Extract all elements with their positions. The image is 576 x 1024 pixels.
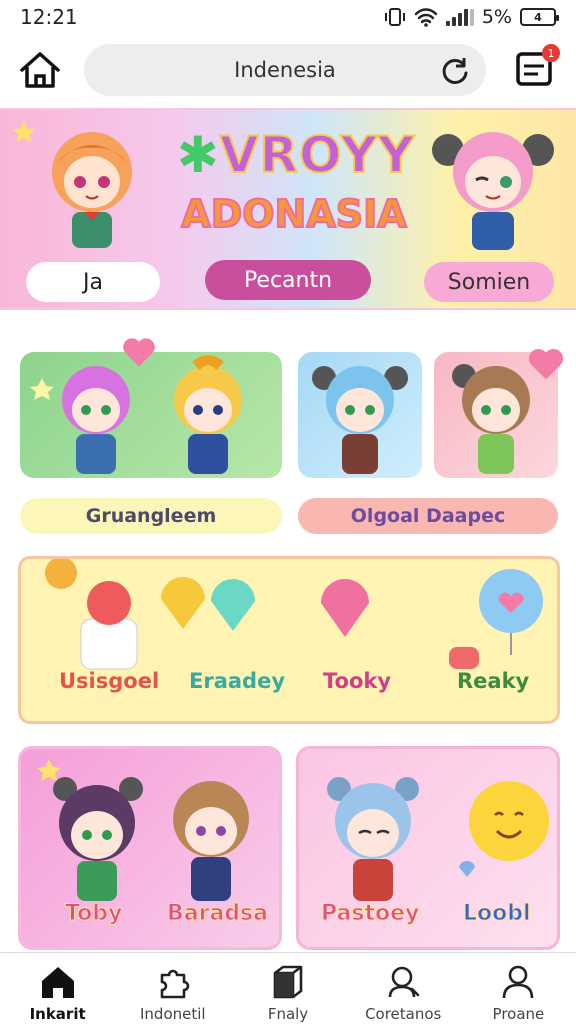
address-bar[interactable]: Indenesia bbox=[84, 44, 486, 96]
address-text: Indenesia bbox=[234, 58, 336, 82]
battery-percent: 5% bbox=[481, 6, 512, 28]
tab-count-badge: 1 bbox=[542, 44, 560, 62]
character-illustration-left bbox=[52, 132, 132, 248]
nav-label: Inkarit bbox=[29, 1005, 86, 1023]
nav-label: Coretanos bbox=[365, 1005, 442, 1023]
sticker-tag-4[interactable]: Reaky bbox=[457, 669, 529, 693]
vibrate-icon bbox=[384, 8, 405, 26]
nav-item-fnaly[interactable]: Fnaly bbox=[230, 953, 345, 1024]
banner-title: ✱VROYY bbox=[176, 125, 416, 185]
character-illustration-right bbox=[432, 132, 554, 250]
character-name-toby: Toby bbox=[64, 901, 123, 927]
character-illustration bbox=[30, 355, 242, 474]
reload-button[interactable] bbox=[440, 56, 470, 86]
heart-balloon-icon bbox=[529, 349, 563, 380]
wifi-icon bbox=[414, 8, 438, 27]
box-icon bbox=[273, 965, 303, 999]
section-label-olgoal-daapec[interactable]: Olgoal Daapec bbox=[298, 498, 558, 534]
character-name-baradsa: Baradsa bbox=[167, 901, 269, 927]
signal-icon bbox=[445, 8, 474, 26]
sticker-illustrations bbox=[45, 559, 543, 670]
banner-chip-ja[interactable]: Ja bbox=[26, 262, 160, 302]
character-card-lightpink[interactable]: Pastoey Loobl bbox=[296, 746, 560, 950]
battery-icon: 4 bbox=[520, 8, 559, 26]
status-time: 12:21 bbox=[20, 5, 78, 29]
nav-item-proane[interactable]: Proane bbox=[461, 953, 576, 1024]
bottom-navigation: Inkarit Indonetil Fnaly Coretanos Proane bbox=[0, 952, 576, 1024]
character-card-purple[interactable]: Toby Baradsa bbox=[18, 746, 282, 950]
banner-chip-pecantn[interactable]: Pecantn bbox=[205, 260, 371, 300]
reload-icon bbox=[442, 58, 468, 84]
star-icon bbox=[12, 120, 36, 143]
sticker-tag-2[interactable]: Eraadey bbox=[189, 669, 285, 693]
sticker-tag-1[interactable]: Usisgoel bbox=[59, 669, 159, 693]
nav-label: Indonetil bbox=[140, 1005, 206, 1023]
status-bar: 12:21 5% 4 bbox=[0, 0, 576, 34]
nav-item-indonetil[interactable]: Indonetil bbox=[115, 953, 230, 1024]
banner-subtitle: ADONASIA bbox=[180, 191, 407, 237]
home-icon bbox=[41, 967, 74, 998]
character-name-loobl: Loobl bbox=[463, 901, 532, 927]
character-illustration bbox=[312, 366, 408, 474]
search-user-icon bbox=[388, 966, 420, 998]
browser-toolbar: Indenesia 1 bbox=[0, 36, 576, 104]
nav-label: Fnaly bbox=[267, 1005, 309, 1023]
banner-chip-somien[interactable]: Somien bbox=[424, 262, 554, 302]
puzzle-icon bbox=[160, 969, 190, 999]
hero-banner[interactable]: ✱VROYY ADONASIA Ja Pecantn Somien bbox=[0, 108, 576, 310]
sticker-card[interactable]: Usisgoel Eraadey Tooky Reaky bbox=[18, 556, 560, 724]
nav-item-inkarit[interactable]: Inkarit bbox=[0, 953, 115, 1024]
sticker-tag-3[interactable]: Tooky bbox=[323, 669, 391, 693]
character-name-pastoey: Pastoey bbox=[320, 901, 420, 927]
home-button[interactable] bbox=[18, 50, 62, 90]
home-icon bbox=[20, 52, 60, 88]
character-card-blue[interactable] bbox=[298, 352, 422, 478]
status-icons: 5% 4 bbox=[384, 6, 559, 28]
nav-label: Proane bbox=[492, 1005, 545, 1023]
tabs-button[interactable]: 1 bbox=[514, 44, 560, 90]
heart-icon bbox=[123, 338, 155, 367]
nav-item-coretanos[interactable]: Coretanos bbox=[346, 953, 461, 1024]
person-icon bbox=[503, 965, 534, 999]
character-card-green[interactable] bbox=[20, 352, 282, 478]
section-label-gruangleem[interactable]: Gruangleem bbox=[20, 498, 282, 534]
